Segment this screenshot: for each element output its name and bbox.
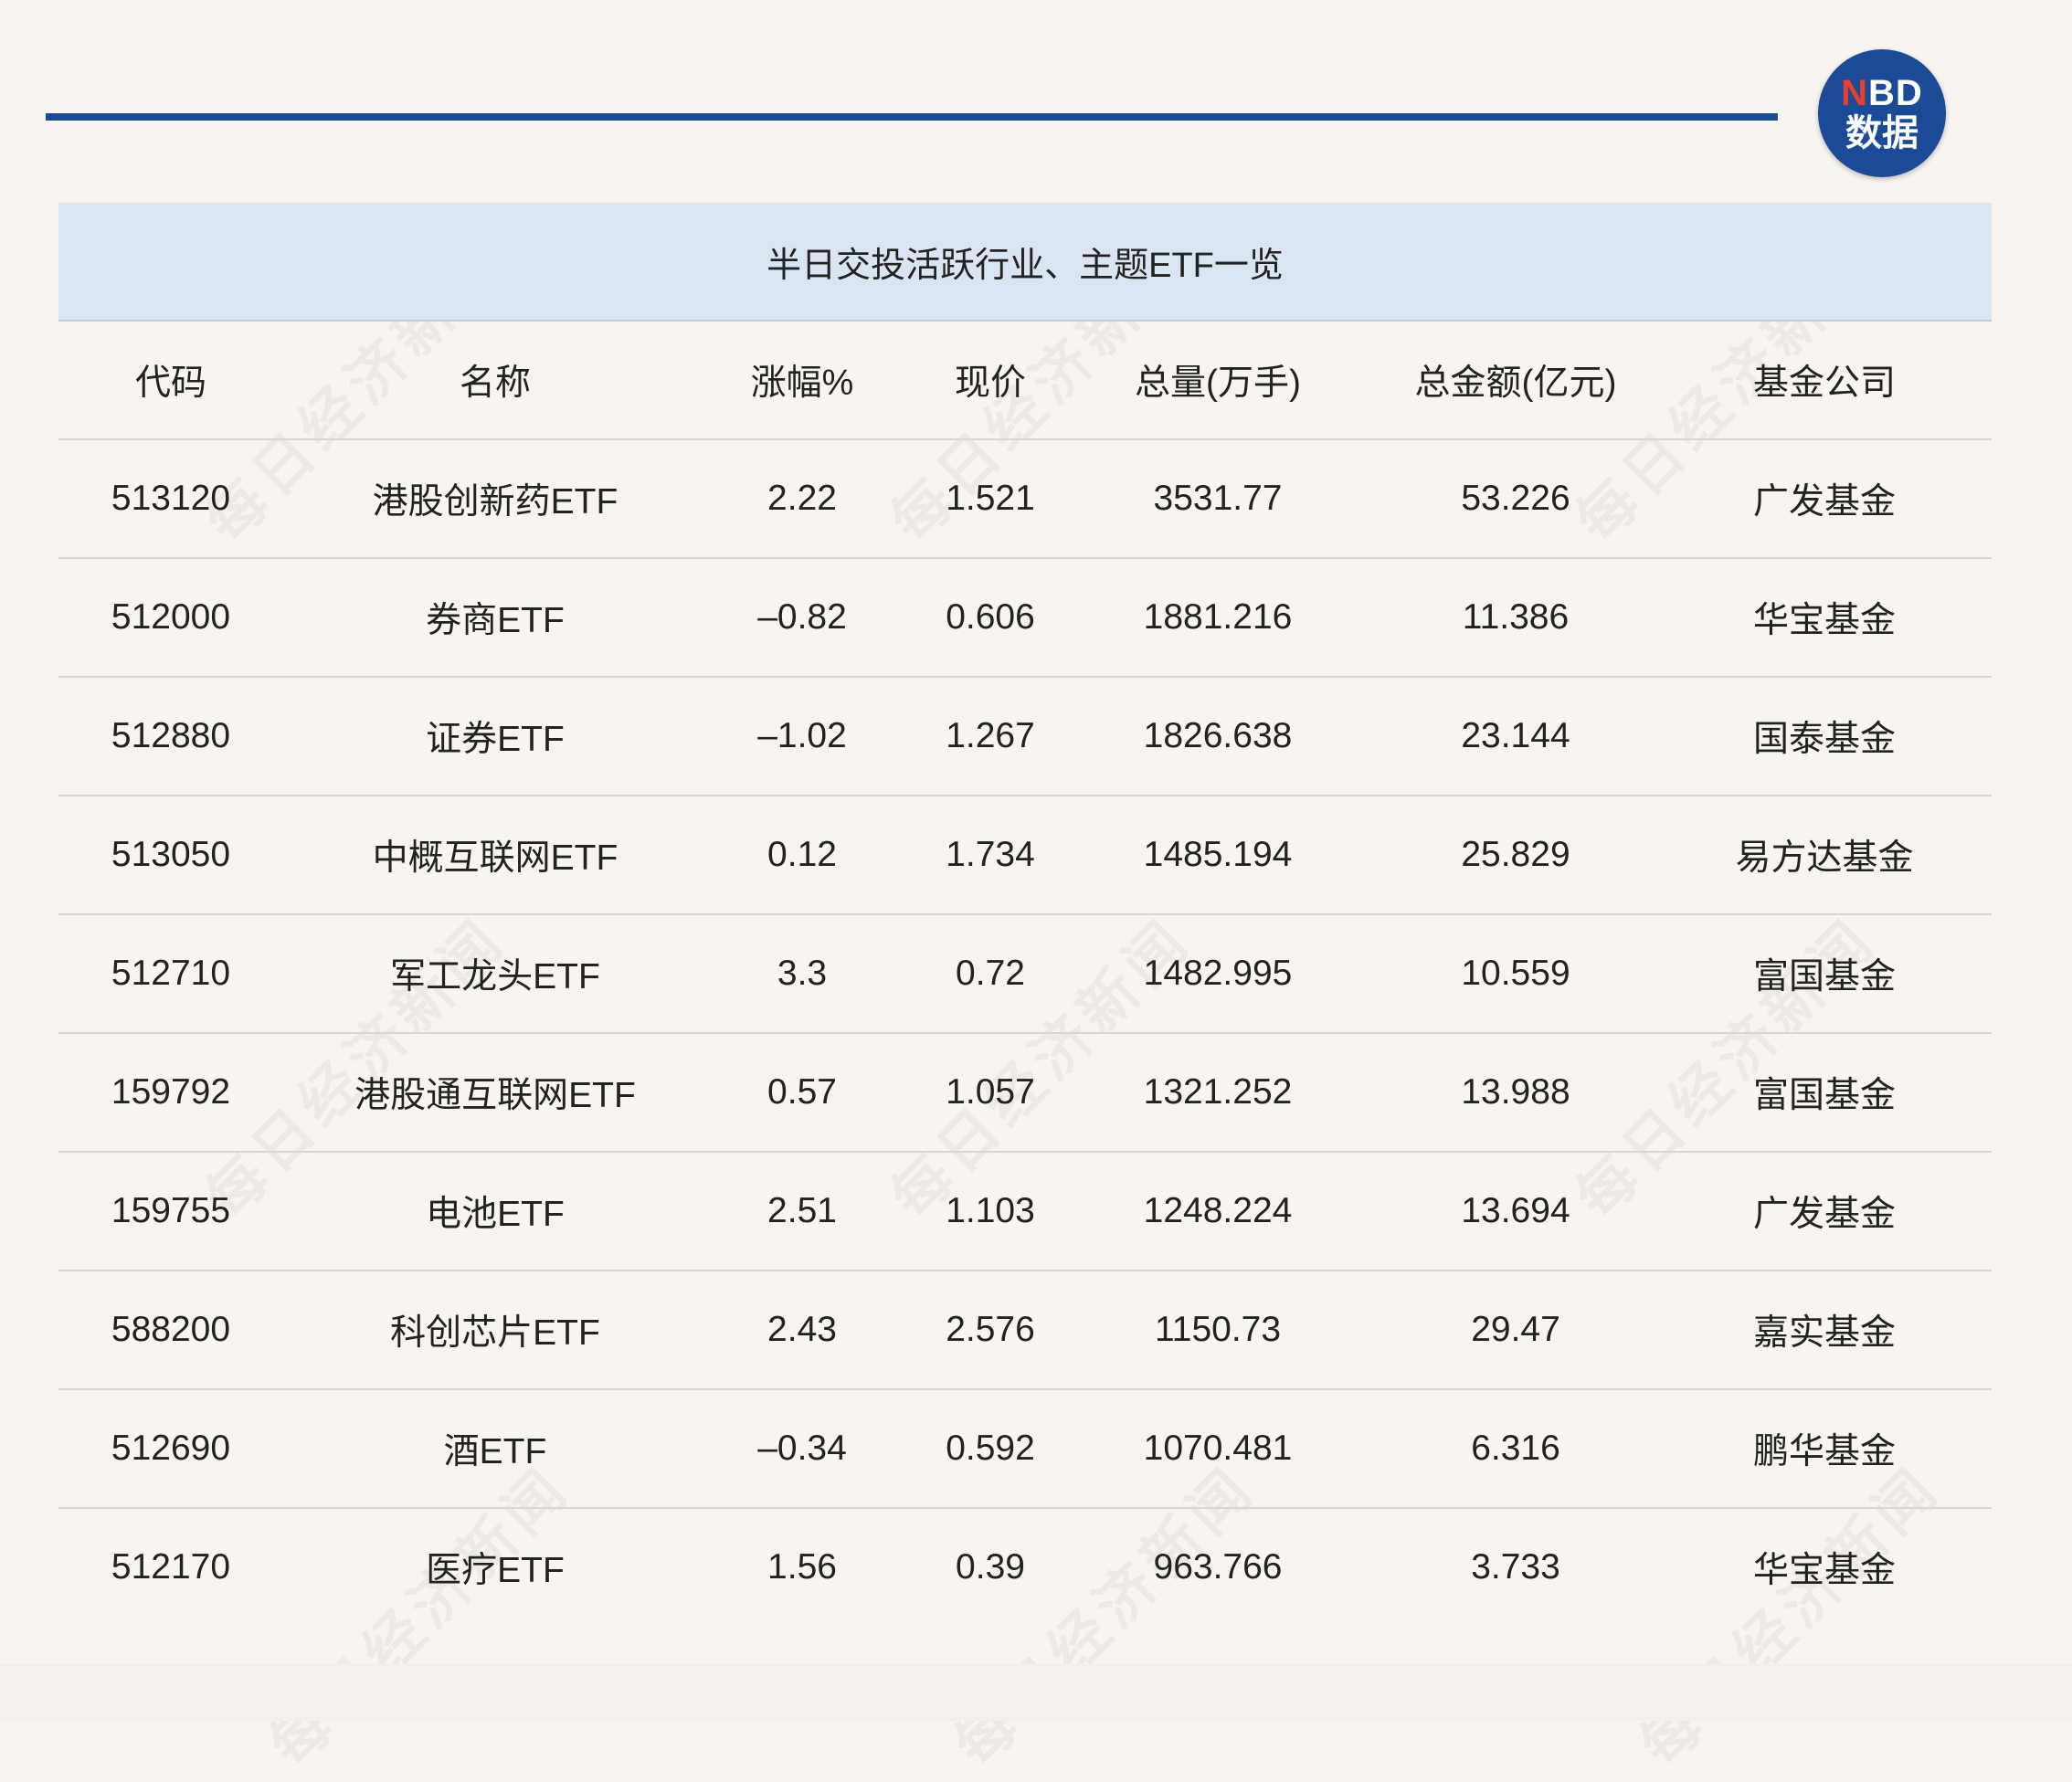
logo-subtext: 数据: [1845, 113, 1919, 153]
cell-code: 512170: [111, 1547, 231, 1587]
cell-price: 0.39: [956, 1547, 1025, 1587]
header-name: 名称: [459, 364, 531, 403]
cell-name: 港股通互联网ETF: [354, 1076, 636, 1115]
nbd-logo: NBD 数据: [1818, 49, 1946, 177]
cell-volume: 1881.216: [1143, 597, 1293, 637]
etf-table: 半日交投活跃行业、主题ETF一览 代码 名称 涨幅% 现价 总量(万手) 总金额…: [58, 203, 1992, 1626]
table-row: 512710 军工龙头ETF 3.3 0.72 1482.995 10.559 …: [58, 915, 1992, 1034]
table-row: 512170 医疗ETF 1.56 0.39 963.766 3.733 华宝基…: [58, 1509, 1992, 1626]
cell-company: 易方达基金: [1735, 838, 1914, 878]
header-company: 基金公司: [1752, 364, 1896, 403]
cell-volume: 3531.77: [1153, 479, 1283, 518]
cell-price: 1.103: [946, 1191, 1035, 1230]
table-header-row: 代码 名称 涨幅% 现价 总量(万手) 总金额(亿元) 基金公司: [58, 322, 1992, 440]
cell-volume: 1150.73: [1154, 1310, 1282, 1349]
cell-change: 2.43: [767, 1310, 837, 1349]
table-row: 513050 中概互联网ETF 0.12 1.734 1485.194 25.8…: [58, 796, 1992, 915]
cell-code: 513120: [111, 479, 231, 518]
table-row: 159755 电池ETF 2.51 1.103 1248.224 13.694 …: [58, 1153, 1992, 1271]
cell-volume: 1248.224: [1143, 1191, 1293, 1230]
cell-price: 1.057: [946, 1072, 1035, 1112]
top-rule: [46, 113, 1778, 121]
logo-wordmark: NBD: [1841, 73, 1923, 113]
cell-amount: 3.733: [1471, 1547, 1560, 1587]
cell-company: 嘉实基金: [1752, 1313, 1896, 1353]
header-price: 现价: [954, 364, 1026, 403]
cell-volume: 1485.194: [1143, 835, 1293, 874]
cell-name: 中概互联网ETF: [372, 838, 618, 878]
cell-change: –0.34: [757, 1429, 847, 1468]
cell-amount: 23.144: [1461, 716, 1570, 755]
cell-company: 富国基金: [1752, 1076, 1896, 1115]
cell-price: 1.267: [946, 716, 1035, 755]
cell-name: 证券ETF: [426, 720, 565, 759]
cell-amount: 53.226: [1461, 479, 1570, 518]
cell-change: 2.51: [767, 1191, 837, 1230]
table-row: 512880 证券ETF –1.02 1.267 1826.638 23.144…: [58, 678, 1992, 796]
cell-code: 588200: [111, 1310, 231, 1349]
header-change: 涨幅%: [750, 364, 854, 403]
header-code: 代码: [134, 364, 206, 403]
bottom-band: [0, 1664, 2072, 1721]
cell-change: 0.57: [767, 1072, 837, 1112]
header-amount: 总金额(亿元): [1414, 364, 1617, 403]
cell-amount: 13.694: [1461, 1191, 1570, 1230]
cell-change: 1.56: [767, 1547, 837, 1587]
table-row: 512000 券商ETF –0.82 0.606 1881.216 11.386…: [58, 559, 1992, 678]
cell-volume: 1070.481: [1143, 1429, 1293, 1468]
cell-company: 华宝基金: [1752, 601, 1896, 640]
cell-code: 512000: [111, 597, 231, 637]
table-row: 513120 港股创新药ETF 2.22 1.521 3531.77 53.22…: [58, 440, 1992, 559]
cell-price: 2.576: [946, 1310, 1035, 1349]
cell-volume: 1482.995: [1143, 954, 1293, 993]
cell-code: 512880: [111, 716, 231, 755]
cell-change: 3.3: [777, 954, 828, 993]
table-title: 半日交投活跃行业、主题ETF一览: [58, 203, 1992, 322]
cell-volume: 1321.252: [1143, 1072, 1293, 1112]
cell-name: 券商ETF: [426, 601, 565, 640]
cell-code: 159755: [111, 1191, 231, 1230]
cell-name: 电池ETF: [426, 1195, 565, 1234]
cell-price: 0.606: [946, 597, 1035, 637]
cell-price: 1.734: [946, 835, 1035, 874]
table-row: 588200 科创芯片ETF 2.43 2.576 1150.73 29.47 …: [58, 1271, 1992, 1390]
cell-company: 广发基金: [1752, 482, 1896, 522]
cell-name: 港股创新药ETF: [372, 482, 618, 522]
cell-change: 2.22: [767, 479, 837, 518]
cell-change: 0.12: [767, 835, 837, 874]
cell-amount: 29.47: [1471, 1310, 1560, 1349]
cell-code: 159792: [111, 1072, 231, 1112]
cell-name: 酒ETF: [443, 1432, 547, 1471]
cell-name: 军工龙头ETF: [390, 957, 600, 996]
cell-code: 512710: [111, 954, 231, 993]
cell-amount: 25.829: [1461, 835, 1570, 874]
cell-change: –1.02: [757, 716, 847, 755]
cell-change: –0.82: [757, 597, 847, 637]
cell-company: 国泰基金: [1752, 720, 1896, 759]
cell-company: 广发基金: [1752, 1195, 1896, 1234]
cell-price: 0.592: [946, 1429, 1035, 1468]
cell-company: 华宝基金: [1752, 1551, 1896, 1590]
cell-company: 鹏华基金: [1752, 1432, 1896, 1471]
cell-name: 科创芯片ETF: [390, 1313, 600, 1353]
cell-price: 1.521: [946, 479, 1035, 518]
cell-code: 513050: [111, 835, 231, 874]
cell-volume: 1826.638: [1143, 716, 1293, 755]
table-row: 159792 港股通互联网ETF 0.57 1.057 1321.252 13.…: [58, 1034, 1992, 1153]
cell-amount: 6.316: [1471, 1429, 1560, 1468]
table-row: 512690 酒ETF –0.34 0.592 1070.481 6.316 鹏…: [58, 1390, 1992, 1509]
cell-code: 512690: [111, 1429, 231, 1468]
cell-volume: 963.766: [1153, 1547, 1283, 1587]
cell-company: 富国基金: [1752, 957, 1896, 996]
cell-amount: 11.386: [1462, 597, 1570, 637]
header-volume: 总量(万手): [1135, 364, 1301, 403]
cell-amount: 13.988: [1461, 1072, 1570, 1112]
cell-price: 0.72: [956, 954, 1025, 993]
cell-amount: 10.559: [1461, 954, 1570, 993]
cell-name: 医疗ETF: [426, 1551, 565, 1590]
